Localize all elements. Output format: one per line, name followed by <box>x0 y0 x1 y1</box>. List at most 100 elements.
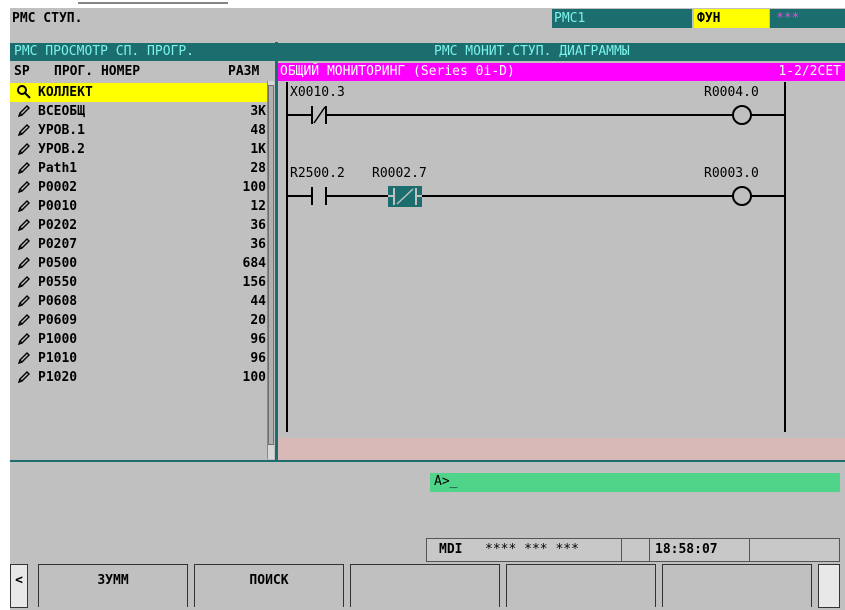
ladder-footer-strip <box>278 438 845 460</box>
program-list-item[interactable]: P0010 12 <box>10 197 270 216</box>
pencil-icon <box>16 293 32 309</box>
pencil-icon <box>16 255 32 271</box>
program-list-item[interactable]: P0207 36 <box>10 235 270 254</box>
program-size: 96 <box>250 332 266 347</box>
pencil-icon <box>16 198 32 214</box>
program-size: 36 <box>250 237 266 252</box>
program-list-scrollbar[interactable] <box>267 81 274 459</box>
pencil-icon <box>16 122 32 138</box>
program-size: 100 <box>242 370 266 385</box>
ladder-area[interactable]: X0010.3 R0004.0 R2500.2 R0002.7 R0003.0 <box>278 82 845 438</box>
program-list-item[interactable]: P1000 96 <box>10 330 270 349</box>
softkey-search-label: ПОИСК <box>249 573 289 588</box>
softkey-search[interactable]: ПОИСК <box>194 564 344 607</box>
path-label: РМС1 <box>554 11 586 26</box>
program-list-item[interactable]: P1020 100 <box>10 368 270 387</box>
program-list-item[interactable]: P0500 684 <box>10 254 270 273</box>
net-info: 1-2/2СЕТ <box>778 64 841 79</box>
program-name: P0500 <box>38 256 78 271</box>
program-size: 3K <box>250 104 266 119</box>
scrollbar-thumb[interactable] <box>268 85 274 445</box>
program-name: P1010 <box>38 351 78 366</box>
program-list-item[interactable]: Path1 28 <box>10 159 270 178</box>
pencil-icon <box>16 350 32 366</box>
program-size: 36 <box>250 218 266 233</box>
program-size: 44 <box>250 294 266 309</box>
softkey-5[interactable] <box>662 564 812 607</box>
softkey-right[interactable] <box>818 564 840 608</box>
program-size: 28 <box>250 161 266 176</box>
program-size: 96 <box>250 351 266 366</box>
program-name: P0202 <box>38 218 78 233</box>
screen-title: РМС СТУП. <box>12 11 83 26</box>
program-list-item[interactable]: УРОВ.1 48 <box>10 121 270 140</box>
program-list-item[interactable]: КОЛЛЕКТ <box>10 83 270 102</box>
nc-contact-slash <box>313 106 326 124</box>
status-time: 18:58:07 <box>655 542 718 557</box>
ladder-title-bar: РМС МОНИТ.СТУП. ДИАГРАММЫ <box>278 43 845 61</box>
coil-r0003-0 <box>732 186 752 206</box>
program-name: УРОВ.2 <box>38 142 85 157</box>
magnifier-icon <box>16 84 32 100</box>
program-list-item[interactable]: P0609 20 <box>10 311 270 330</box>
ladder-diagram <box>286 82 786 432</box>
program-size: 684 <box>242 256 266 271</box>
col-name: ПРОГ. НОМЕР <box>54 64 141 79</box>
pencil-icon <box>16 179 32 195</box>
program-size: 1K <box>250 142 266 157</box>
contact-label-r2500-2: R2500.2 <box>290 166 345 181</box>
pencil-icon <box>16 141 32 157</box>
program-list-item[interactable]: P1010 96 <box>10 349 270 368</box>
program-list-item[interactable]: P0608 44 <box>10 292 270 311</box>
status-separator <box>749 539 750 561</box>
program-name: P0609 <box>38 313 78 328</box>
status-separator <box>649 539 650 561</box>
pencil-icon <box>16 103 32 119</box>
coil-r0004-0 <box>732 105 752 125</box>
col-sp: SP <box>14 64 30 79</box>
ladder-subtitle-bar: ОБЩИЙ МОНИТОРИНГ (Series 0i-D) 1-2/2СЕТ <box>278 63 845 81</box>
program-size: 48 <box>250 123 266 138</box>
cnc-screen: РМС СТУП. РМС1 ФУН *** РМС ПРОСМОТР СП. … <box>10 8 845 610</box>
softkey-zoom[interactable]: ЗУММ <box>38 564 188 607</box>
program-name: P0608 <box>38 294 78 309</box>
coil-label-r0004-0: R0004.0 <box>704 85 759 100</box>
pencil-icon <box>16 160 32 176</box>
program-list-item[interactable]: УРОВ.2 1K <box>10 140 270 159</box>
mode-indicator: ФУН <box>694 9 769 28</box>
panel-divider <box>275 42 278 462</box>
pencil-icon <box>16 274 32 290</box>
pencil-icon <box>16 217 32 233</box>
program-list-item[interactable]: ВСЕОБЩ 3K <box>10 102 270 121</box>
program-list-title: РМС ПРОСМОТР СП. ПРОГР. <box>14 44 195 59</box>
panel-bottom-border <box>10 460 845 462</box>
program-list-item[interactable]: P0002 100 <box>10 178 270 197</box>
softkey-3[interactable] <box>350 564 500 607</box>
pencil-icon <box>16 331 32 347</box>
program-name: P1000 <box>38 332 78 347</box>
status-stars-box: *** <box>770 9 845 28</box>
program-list-header: SP ПРОГ. НОМЕР РАЗМ <box>10 63 272 81</box>
ladder-subtitle: ОБЩИЙ МОНИТОРИНГ (Series 0i-D) <box>280 64 515 79</box>
program-list-title-bar: РМС ПРОСМОТР СП. ПРОГР. <box>10 43 276 61</box>
program-size: 156 <box>242 275 266 290</box>
program-list-item[interactable]: P0550 156 <box>10 273 270 292</box>
key-input-line[interactable]: A>_ <box>430 473 840 492</box>
program-name: P0207 <box>38 237 78 252</box>
program-name: P1020 <box>38 370 78 385</box>
softkey-left-arrow[interactable]: < <box>10 564 28 608</box>
rung-2 <box>287 186 785 207</box>
program-name: P0002 <box>38 180 78 195</box>
program-name: ВСЕОБЩ <box>38 104 85 119</box>
program-list-item[interactable]: P0202 36 <box>10 216 270 235</box>
program-size: 20 <box>250 313 266 328</box>
path-indicator: РМС1 <box>552 9 692 28</box>
program-list[interactable]: КОЛЛЕКТ ВСЕОБЩ 3K УРОВ.1 48 УРОВ.2 1K Path1 28 P0… <box>10 83 272 463</box>
program-name: Path1 <box>38 161 78 176</box>
pencil-icon <box>16 312 32 328</box>
col-size: РАЗМ <box>228 64 260 79</box>
status-stars: *** <box>776 11 800 26</box>
softkey-zoom-label: ЗУММ <box>97 573 129 588</box>
contact-label-x0010-3: X0010.3 <box>290 85 345 100</box>
softkey-4[interactable] <box>506 564 656 607</box>
